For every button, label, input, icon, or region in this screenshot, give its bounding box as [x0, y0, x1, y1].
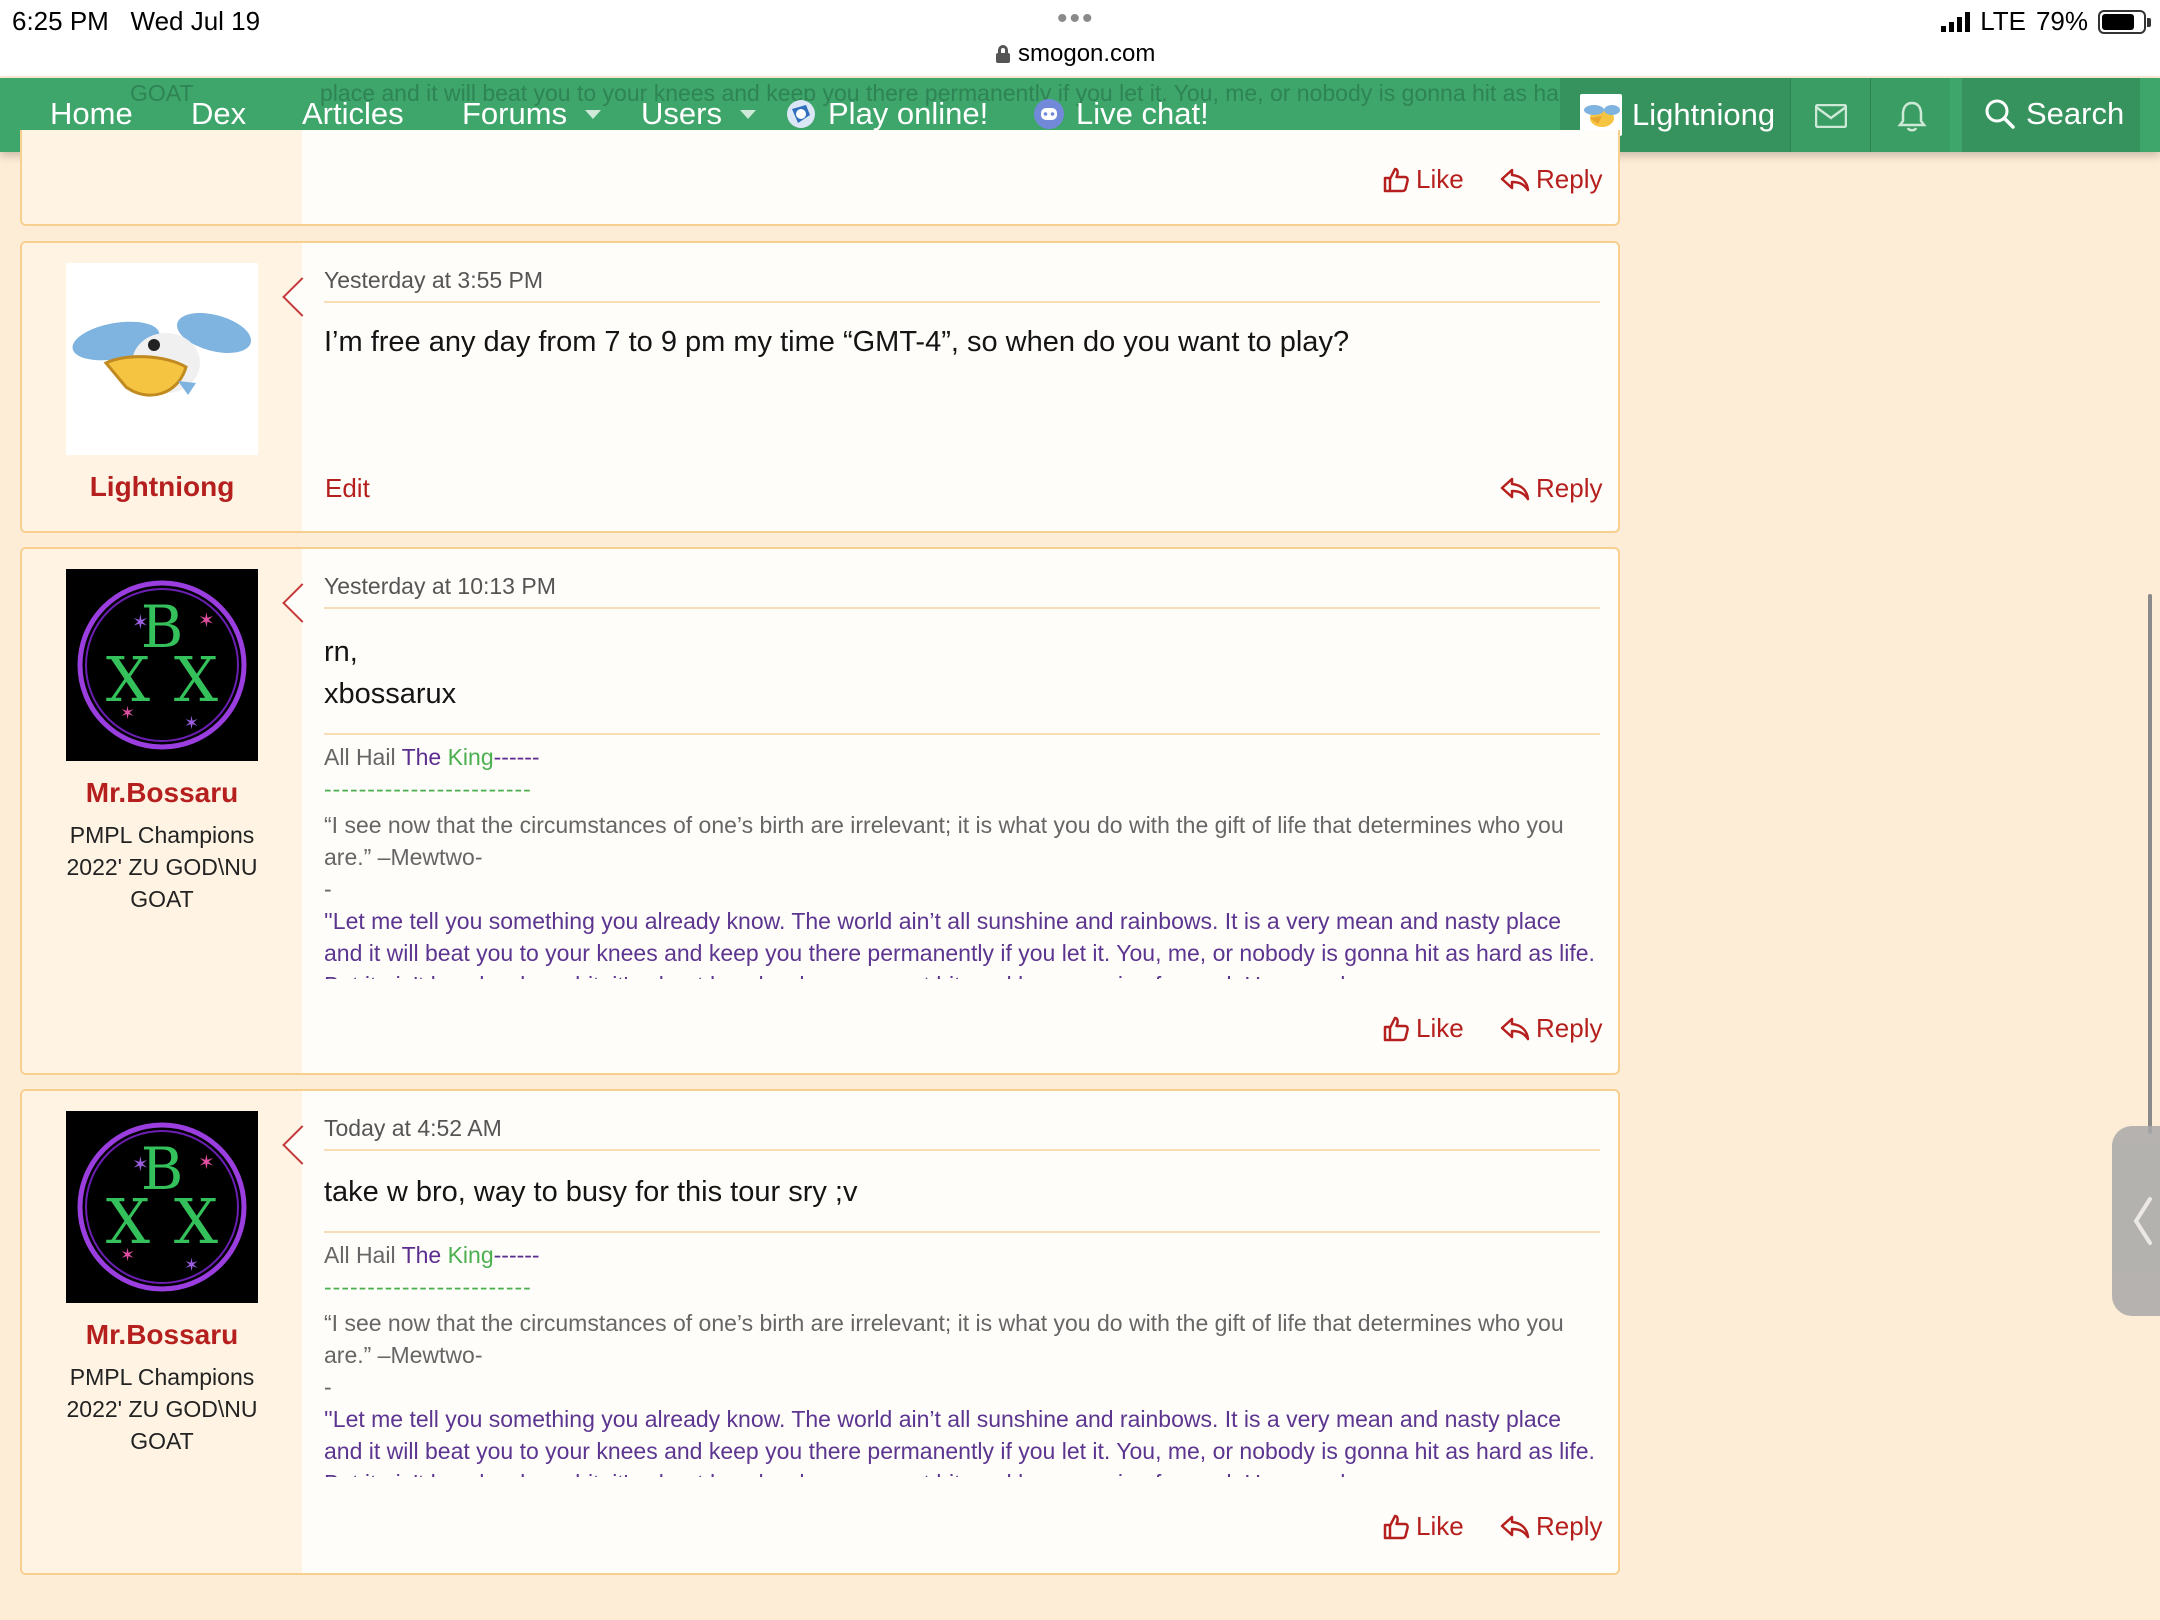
browser-menu-dots[interactable]: ••• — [1057, 2, 1095, 36]
post-date[interactable]: Today at 4:52 AM — [324, 1115, 502, 1142]
signature: All Hail The King------ ----------------… — [324, 1242, 1595, 1477]
nav-forums[interactable]: Forums — [462, 96, 602, 132]
user-title: PMPL Champions 2022' ZU GOD\NU GOAT — [66, 822, 258, 912]
reply-icon — [1500, 168, 1530, 191]
search-button[interactable]: Search — [1962, 78, 2140, 152]
discord-icon — [1034, 99, 1064, 129]
post-username[interactable]: Lightniong — [22, 471, 302, 503]
post-body: take w bro, way to busy for this tour sr… — [324, 1176, 858, 1208]
lock-icon — [996, 45, 1010, 63]
avatar[interactable]: B X X ✶ ✶ ✶ ✶ — [66, 569, 258, 761]
status-time: 6:25 PM Wed Jul 19 — [12, 6, 261, 36]
svg-text:✶: ✶ — [120, 703, 135, 723]
reply-button[interactable]: Reply — [1500, 1511, 1602, 1542]
svg-text:✶: ✶ — [132, 612, 149, 634]
post-body: rn, xbossarux — [324, 636, 457, 710]
status-indicators: LTE 79% — [1941, 6, 2151, 37]
search-icon — [1985, 99, 2015, 129]
svg-text:✶: ✶ — [198, 610, 215, 632]
reply-icon — [1500, 1017, 1530, 1040]
post-user-column: Lightniong — [22, 243, 302, 531]
address-bar[interactable]: smogon.com — [996, 40, 1155, 68]
chevron-down-icon — [585, 109, 602, 119]
reply-icon — [1500, 477, 1530, 500]
nav-live-chat[interactable]: Live chat! — [1032, 96, 1209, 132]
network-label: LTE — [1980, 6, 2026, 36]
post-lightniong: Lightniong Yesterday at 3:55 PM I’m free… — [20, 241, 1620, 533]
like-button[interactable]: Like — [1382, 164, 1464, 195]
nav-dex[interactable]: Dex — [191, 96, 246, 132]
svg-text:✶: ✶ — [198, 1152, 215, 1174]
status-bar: 6:25 PM Wed Jul 19 ••• smogon.com LTE 79… — [0, 0, 2160, 76]
svg-text:X: X — [174, 643, 218, 716]
status-date: Wed Jul 19 — [130, 6, 261, 36]
reply-icon — [1500, 1515, 1530, 1538]
post-username[interactable]: Mr.Bossaru — [22, 777, 302, 809]
svg-text:✶: ✶ — [184, 713, 199, 733]
post-mr-bossaru-2: B X X ✶ ✶ ✶ ✶ Mr.Bossaru PMPL Champions … — [20, 1089, 1620, 1575]
avatar[interactable]: B X X ✶ ✶ ✶ ✶ — [66, 1111, 258, 1303]
signature: All Hail The King------ ----------------… — [324, 744, 1595, 979]
nav-username: Lightniong — [1632, 97, 1776, 132]
avatar[interactable] — [66, 263, 258, 455]
nav-play-online[interactable]: Play online! — [784, 96, 988, 132]
search-label: Search — [2026, 96, 2125, 131]
reply-button[interactable]: Reply — [1500, 473, 1602, 504]
edit-button[interactable]: Edit — [325, 473, 370, 504]
svg-text:✶: ✶ — [132, 1154, 149, 1176]
thumbs-up-icon — [1383, 1514, 1409, 1539]
post-mr-bossaru-1: B X X ✶ ✶ ✶ ✶ Mr.Bossaru PMPL Champions … — [20, 547, 1620, 1075]
post-user-column: B X X ✶ ✶ ✶ ✶ Mr.Bossaru PMPL Champions … — [22, 549, 302, 1073]
nav-articles[interactable]: Articles — [302, 96, 404, 132]
post-body: I’m free any day from 7 to 9 pm my time … — [324, 326, 1350, 358]
post-user-column: B X X ✶ ✶ ✶ ✶ Mr.Bossaru PMPL Champions … — [22, 1091, 302, 1573]
envelope-icon — [1815, 104, 1847, 128]
alerts-button[interactable] — [1870, 78, 1950, 152]
post-date[interactable]: Yesterday at 10:13 PM — [324, 573, 556, 600]
svg-text:X: X — [174, 1185, 218, 1258]
scrollbar[interactable] — [2148, 594, 2152, 1134]
chevron-down-icon — [739, 109, 756, 119]
post-username[interactable]: Mr.Bossaru — [22, 1319, 302, 1351]
battery-icon — [2098, 9, 2151, 34]
thumbs-up-icon — [1383, 167, 1409, 192]
user-title: PMPL Champions 2022' ZU GOD\NU GOAT — [66, 1364, 258, 1454]
url-text: smogon.com — [1018, 40, 1156, 67]
chevron-left-icon — [2133, 1197, 2152, 1245]
side-panel-handle[interactable] — [2112, 1126, 2160, 1316]
reply-button[interactable]: Reply — [1500, 1013, 1602, 1044]
bell-icon — [1897, 101, 1927, 132]
nav-users[interactable]: Users — [641, 96, 756, 132]
thumbs-up-icon — [1383, 1016, 1409, 1041]
reply-button[interactable]: Reply — [1500, 164, 1602, 195]
like-button[interactable]: Like — [1382, 1511, 1464, 1542]
inbox-button[interactable] — [1790, 78, 1870, 152]
svg-text:✶: ✶ — [184, 1255, 199, 1275]
post-date[interactable]: Yesterday at 3:55 PM — [324, 267, 543, 294]
post-previous: Like Reply — [20, 130, 1620, 226]
svg-text:✶: ✶ — [120, 1245, 135, 1265]
battery-percent: 79% — [2035, 6, 2088, 36]
signal-icon — [1941, 11, 1971, 32]
showdown-icon — [787, 100, 815, 128]
like-button[interactable]: Like — [1382, 1013, 1464, 1044]
nav-home[interactable]: Home — [50, 96, 133, 132]
